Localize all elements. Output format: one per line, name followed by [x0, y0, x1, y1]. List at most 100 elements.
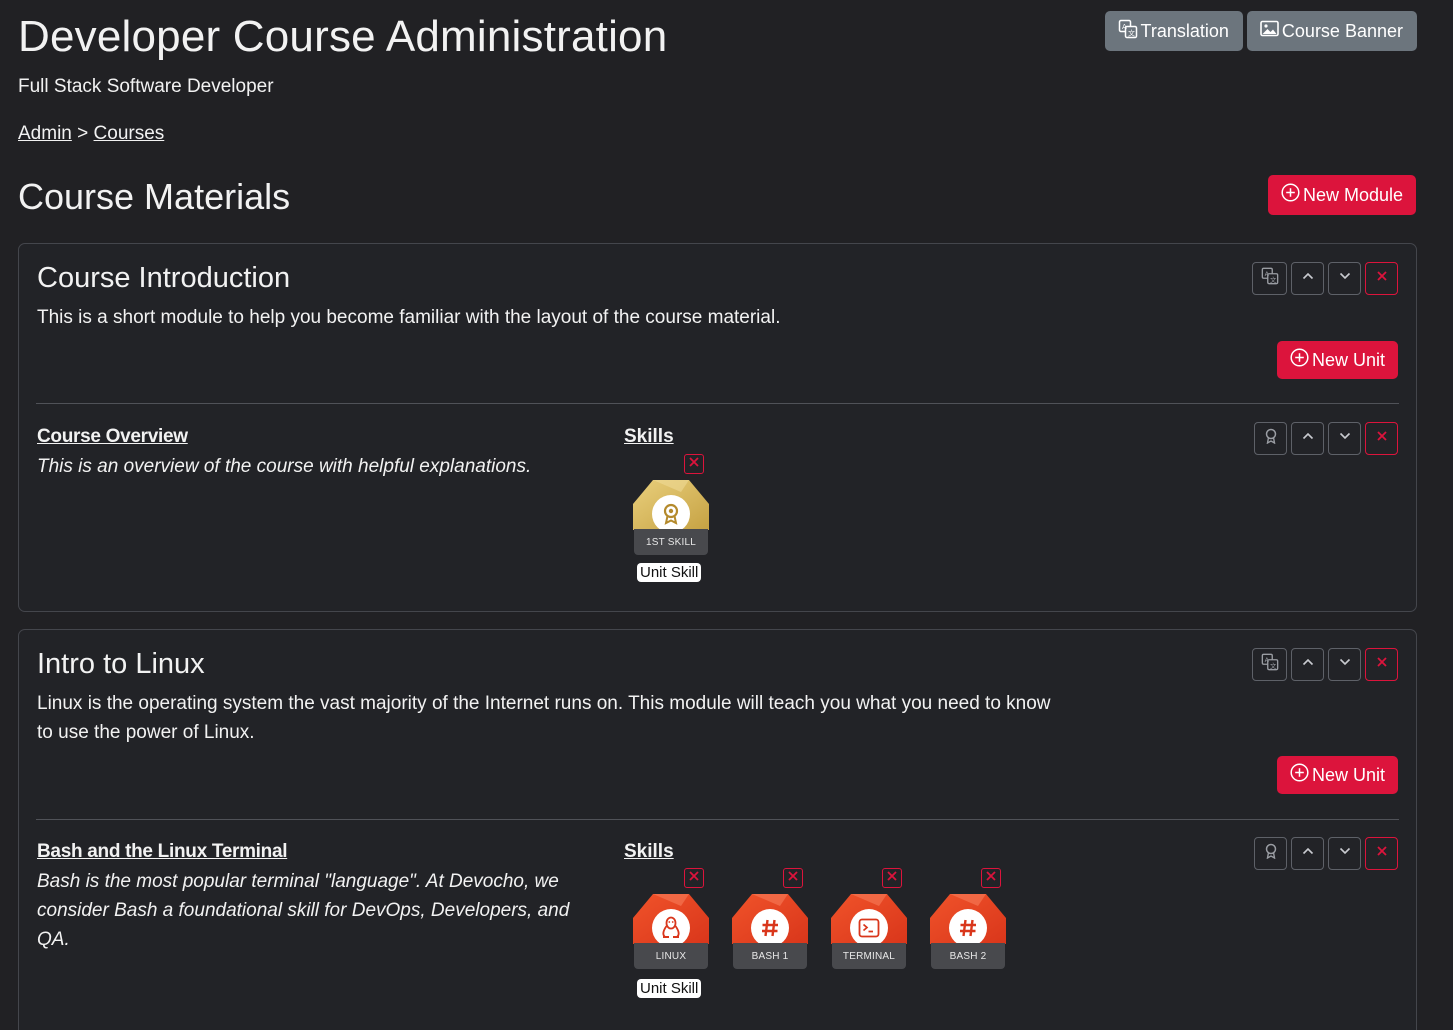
unit-controls [1254, 837, 1398, 870]
unit-title-link[interactable]: Bash and the Linux Terminal [37, 841, 288, 863]
remove-skill-button[interactable] [684, 454, 704, 474]
module-description: Linux is the operating system the vast m… [37, 693, 1051, 743]
close-icon [1375, 269, 1389, 288]
translation-button-label: Translation [1140, 20, 1229, 41]
unit-controls [1254, 422, 1398, 455]
chevron-up-icon [1301, 269, 1315, 288]
unit-title-link[interactable]: Course Overview [37, 426, 188, 448]
skills-link[interactable]: Skills [624, 841, 674, 863]
svg-text:文: 文 [1270, 275, 1277, 284]
skill-badge-name: TERMINAL [832, 943, 906, 969]
translation-button[interactable]: A文 Translation [1104, 11, 1243, 51]
move-down-button[interactable] [1328, 837, 1361, 870]
delete-unit-button[interactable] [1365, 837, 1398, 870]
new-unit-button-label: New Unit [1311, 764, 1385, 785]
move-up-button[interactable] [1291, 648, 1324, 681]
new-unit-button-label: New Unit [1311, 349, 1385, 370]
skill-badge[interactable]: TERMINAL [829, 868, 909, 972]
svg-text:A: A [1264, 271, 1269, 278]
svg-text:文: 文 [1128, 28, 1135, 37]
unit-skill-button[interactable] [1254, 422, 1287, 455]
svg-text:A: A [1122, 23, 1127, 31]
section-title: Course Materials [18, 176, 291, 217]
chevron-down-icon [1338, 844, 1352, 863]
translate-icon: A文 [1261, 267, 1279, 290]
delete-module-button[interactable] [1365, 648, 1398, 681]
unit-description: This is an overview of the course with h… [37, 456, 532, 477]
skill-badge-name: BASH 1 [733, 943, 807, 969]
skill-badge[interactable]: BASH 2 [928, 868, 1008, 972]
skill-badge[interactable]: 1ST SKILL [631, 454, 711, 558]
close-icon [985, 869, 997, 887]
close-icon [688, 869, 700, 887]
new-unit-button[interactable]: New Unit [1276, 341, 1398, 379]
move-up-button[interactable] [1291, 422, 1324, 455]
hash-icon [949, 909, 987, 947]
module-controls: A文 [1252, 262, 1398, 295]
divider [36, 819, 1399, 820]
plus-circle-icon [1281, 183, 1300, 207]
award-icon [652, 495, 690, 533]
unit-skill-tag: Unit Skill [637, 979, 702, 998]
hash-icon [751, 909, 789, 947]
remove-skill-button[interactable] [684, 868, 704, 888]
skill-badge-name: LINUX [634, 943, 708, 969]
page-subtitle: Full Stack Software Developer [18, 76, 274, 97]
chevron-up-icon [1301, 429, 1315, 448]
skill-badge[interactable]: BASH 1 [730, 868, 810, 972]
plus-circle-icon [1290, 348, 1309, 372]
new-module-button-label: New Module [1302, 184, 1403, 205]
module-translate-button[interactable]: A文 [1252, 262, 1287, 295]
module-description: This is a short module to help you becom… [37, 307, 781, 328]
course-banner-button-label: Course Banner [1281, 20, 1403, 41]
skill-badge-name: BASH 2 [931, 943, 1005, 969]
module-controls: A文 [1252, 648, 1398, 681]
linux-penguin-icon [652, 909, 690, 947]
chevron-down-icon [1338, 655, 1352, 674]
unit-skill-tag: Unit Skill [637, 563, 702, 582]
svg-text:A: A [1264, 657, 1269, 664]
breadcrumb-separator: > [77, 123, 89, 144]
skill-badge-name: 1ST SKILL [634, 529, 708, 555]
award-icon [1264, 843, 1278, 864]
skills-link[interactable]: Skills [624, 426, 674, 448]
move-down-button[interactable] [1328, 262, 1361, 295]
move-down-button[interactable] [1328, 648, 1361, 681]
close-icon [886, 869, 898, 887]
move-up-button[interactable] [1291, 262, 1324, 295]
unit-skill-button[interactable] [1254, 837, 1287, 870]
module-card: Intro to Linux Linux is the operating sy… [18, 629, 1417, 1030]
skill-badge[interactable]: LINUX [631, 868, 711, 972]
chevron-down-icon [1338, 429, 1352, 448]
terminal-icon [850, 909, 888, 947]
delete-unit-button[interactable] [1365, 422, 1398, 455]
course-banner-button[interactable]: Course Banner [1246, 11, 1417, 51]
remove-skill-button[interactable] [783, 868, 803, 888]
move-up-button[interactable] [1291, 837, 1324, 870]
close-icon [1375, 844, 1389, 863]
move-down-button[interactable] [1328, 422, 1361, 455]
close-icon [1375, 429, 1389, 448]
chevron-up-icon [1301, 655, 1315, 674]
image-icon [1260, 20, 1279, 42]
close-icon [787, 869, 799, 887]
svg-text:文: 文 [1270, 661, 1277, 670]
close-icon [1375, 655, 1389, 674]
new-module-button[interactable]: New Module [1267, 175, 1416, 215]
delete-module-button[interactable] [1365, 262, 1398, 295]
new-unit-button[interactable]: New Unit [1276, 756, 1398, 794]
close-icon [688, 455, 700, 473]
breadcrumb-admin-link[interactable]: Admin [18, 123, 72, 144]
chevron-down-icon [1338, 269, 1352, 288]
module-translate-button[interactable]: A文 [1252, 648, 1287, 681]
chevron-up-icon [1301, 844, 1315, 863]
unit-description: Bash is the most popular terminal "langu… [37, 871, 570, 950]
module-card: Course Introduction This is a short modu… [18, 243, 1417, 612]
header-actions: A文 Translation Course Banner [1104, 11, 1417, 51]
remove-skill-button[interactable] [882, 868, 902, 888]
award-icon [1264, 428, 1278, 449]
breadcrumb: Admin > Courses [18, 123, 164, 145]
breadcrumb-courses-link[interactable]: Courses [94, 123, 165, 144]
remove-skill-button[interactable] [981, 868, 1001, 888]
plus-circle-icon [1290, 763, 1309, 787]
